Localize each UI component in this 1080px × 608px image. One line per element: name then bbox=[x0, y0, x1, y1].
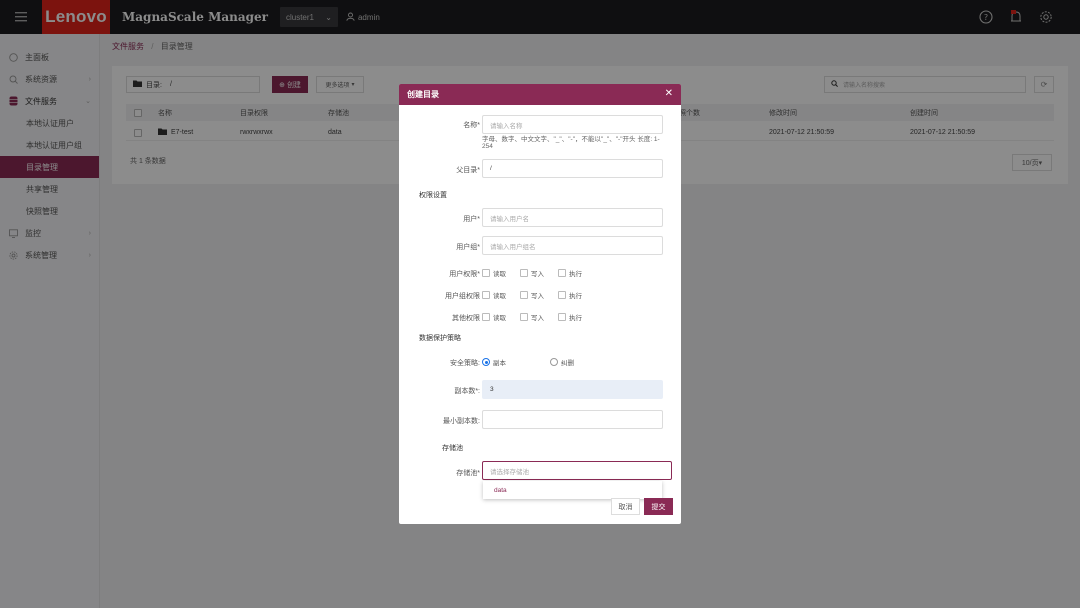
user-input[interactable]: 请输入用户名 bbox=[482, 208, 663, 227]
user-placeholder: 请输入用户名 bbox=[490, 215, 529, 223]
cancel-button[interactable]: 取消 bbox=[611, 498, 640, 515]
user-label: 用户* bbox=[463, 216, 480, 223]
replica-count-label: 副本数*: bbox=[454, 388, 480, 395]
dialog-title: 创建目录 bbox=[407, 90, 439, 99]
name-input[interactable]: 请输入名称 bbox=[482, 115, 663, 134]
checkbox-label: 执行 bbox=[569, 271, 582, 278]
user-perm-exec-checkbox[interactable]: 执行 bbox=[558, 268, 582, 278]
group-placeholder: 请输入用户组名 bbox=[490, 243, 536, 251]
storage-pool-select[interactable]: 请选择存储池 bbox=[482, 461, 672, 480]
checkbox-label: 读取 bbox=[493, 271, 506, 278]
other-perm-read-checkbox[interactable]: 读取 bbox=[482, 312, 506, 322]
policy-replica-radio[interactable]: 副本 bbox=[482, 357, 506, 367]
checkbox-label: 执行 bbox=[569, 293, 582, 300]
group-perm-read-checkbox[interactable]: 读取 bbox=[482, 290, 506, 300]
storage-pool-section-title: 存储池 bbox=[442, 445, 463, 452]
replica-count-input[interactable]: 3 bbox=[482, 380, 663, 399]
security-policy-options: 副本 纠删 bbox=[482, 357, 574, 367]
parent-dir-input[interactable]: / bbox=[482, 159, 663, 178]
checkbox-label: 执行 bbox=[569, 315, 582, 322]
group-perm-label: 用户组权限 bbox=[445, 293, 480, 300]
group-label: 用户组* bbox=[456, 244, 480, 251]
radio-label: 副本 bbox=[493, 360, 506, 367]
user-perm-label: 用户权限* bbox=[449, 271, 480, 278]
create-directory-dialog: 创建目录 ✕ 名称* 请输入名称 字母、数字、中文文字、"_"、"-"，不能以"… bbox=[399, 84, 681, 524]
checkbox-label: 写入 bbox=[531, 293, 544, 300]
other-perm-options: 读取 写入 执行 bbox=[482, 312, 582, 322]
group-input[interactable]: 请输入用户组名 bbox=[482, 236, 663, 255]
parent-dir-label: 父目录* bbox=[456, 167, 480, 174]
close-icon[interactable]: ✕ bbox=[665, 88, 673, 99]
group-perm-exec-checkbox[interactable]: 执行 bbox=[558, 290, 582, 300]
protection-section-title: 数据保护策略 bbox=[419, 335, 461, 342]
storage-pool-label: 存储池* bbox=[456, 470, 480, 477]
min-replica-input[interactable] bbox=[482, 410, 663, 429]
other-perm-exec-checkbox[interactable]: 执行 bbox=[558, 312, 582, 322]
storage-pool-placeholder: 请选择存储池 bbox=[490, 468, 529, 476]
name-placeholder: 请输入名称 bbox=[490, 122, 523, 130]
replica-count-value: 3 bbox=[490, 386, 494, 393]
group-perm-write-checkbox[interactable]: 写入 bbox=[520, 290, 544, 300]
checkbox-label: 写入 bbox=[531, 271, 544, 278]
user-perm-write-checkbox[interactable]: 写入 bbox=[520, 268, 544, 278]
checkbox-label: 读取 bbox=[493, 315, 506, 322]
user-perm-read-checkbox[interactable]: 读取 bbox=[482, 268, 506, 278]
security-policy-label: 安全策略: bbox=[450, 360, 480, 367]
min-replica-label: 最小副本数: bbox=[443, 418, 480, 425]
policy-ec-radio[interactable]: 纠删 bbox=[550, 357, 574, 367]
dialog-header: 创建目录 ✕ bbox=[399, 84, 681, 105]
permission-section-title: 权限设置 bbox=[419, 192, 447, 199]
user-perm-options: 读取 写入 执行 bbox=[482, 268, 582, 278]
storage-pool-option-data[interactable]: data bbox=[483, 481, 662, 499]
name-label: 名称* bbox=[463, 122, 480, 129]
other-perm-write-checkbox[interactable]: 写入 bbox=[520, 312, 544, 322]
name-hint: 字母、数字、中文文字、"_"、"-"，不能以"_"、"-"开头 长度: 1-25… bbox=[482, 136, 660, 150]
submit-button[interactable]: 提交 bbox=[644, 498, 673, 515]
checkbox-label: 写入 bbox=[531, 315, 544, 322]
parent-dir-value: / bbox=[490, 165, 492, 172]
radio-label: 纠删 bbox=[561, 360, 574, 367]
checkbox-label: 读取 bbox=[493, 293, 506, 300]
other-perm-label: 其他权限 bbox=[452, 315, 480, 322]
group-perm-options: 读取 写入 执行 bbox=[482, 290, 582, 300]
